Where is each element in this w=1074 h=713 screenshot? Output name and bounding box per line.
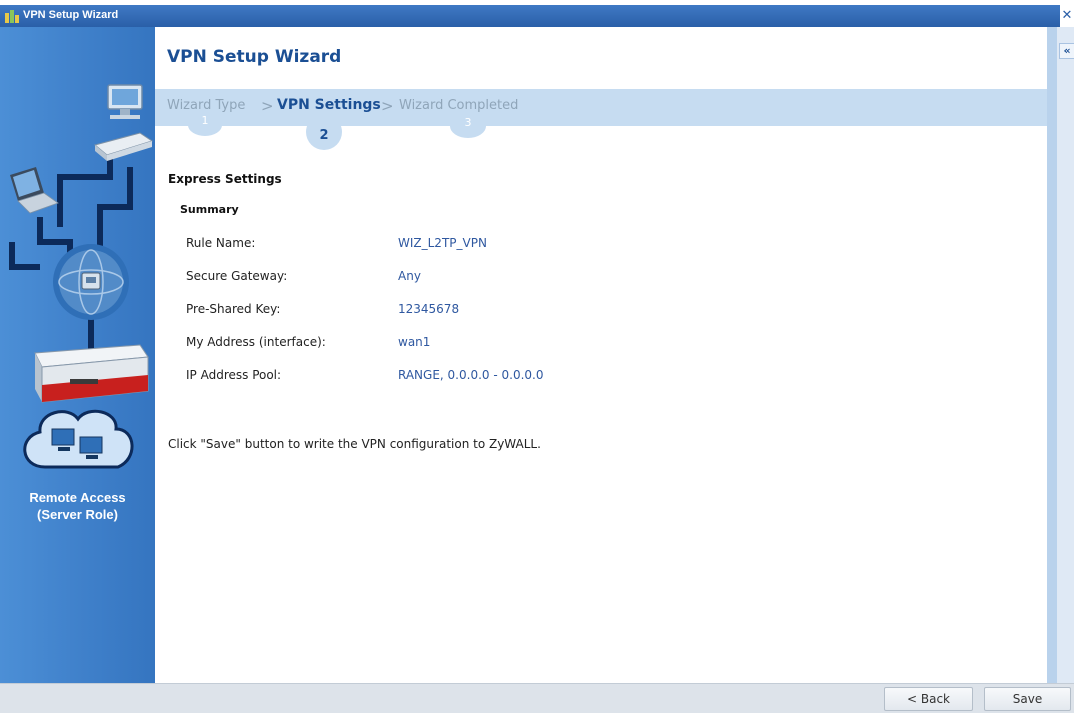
close-icon[interactable]: ✕ <box>1060 5 1074 27</box>
window-title: VPN Setup Wizard <box>23 9 119 21</box>
title-bar: VPN Setup Wizard ✕ <box>0 5 1074 27</box>
step-separator: > <box>381 97 394 115</box>
rule-name-value: WIZ_L2TP_VPN <box>398 236 487 250</box>
role-line-1: Remote Access <box>29 490 126 505</box>
step-wizard-completed: Wizard Completed <box>399 98 519 113</box>
rule-name-label: Rule Name: <box>186 236 256 250</box>
pre-shared-key-label: Pre-Shared Key: <box>186 302 281 316</box>
collapse-icon[interactable]: « <box>1059 43 1074 59</box>
vertical-scrollbar[interactable] <box>1047 27 1057 683</box>
step-number-2: 2 <box>306 114 342 150</box>
right-panel: « <box>1047 27 1074 683</box>
vpn-remote-access-illustration <box>9 84 154 469</box>
step-number-3: 3 <box>450 114 486 138</box>
back-button[interactable]: < Back <box>884 687 973 711</box>
page-title: VPN Setup Wizard <box>167 47 342 67</box>
footer-bar: < Back Save <box>0 683 1074 713</box>
wizard-window: VPN Setup Wizard ✕ Remote Access (Server… <box>0 5 1074 713</box>
wizard-icon <box>4 8 20 24</box>
save-button[interactable]: Save <box>984 687 1071 711</box>
express-settings-title: Express Settings <box>168 172 282 186</box>
role-line-2: (Server Role) <box>37 507 118 522</box>
main-panel: VPN Setup Wizard Wizard Type > VPN Setti… <box>155 27 1047 683</box>
ip-address-pool-value: RANGE, 0.0.0.0 - 0.0.0.0 <box>398 368 544 382</box>
pre-shared-key-value: 12345678 <box>398 302 460 316</box>
step-number-1: 1 <box>188 114 222 136</box>
my-address-value: wan1 <box>398 335 431 349</box>
secure-gateway-label: Secure Gateway: <box>186 269 288 283</box>
my-address-label: My Address (interface): <box>186 335 326 349</box>
role-caption: Remote Access (Server Role) <box>0 489 155 523</box>
sidebar: Remote Access (Server Role) <box>0 27 155 683</box>
summary-title: Summary <box>180 203 239 216</box>
step-vpn-settings: VPN Settings <box>277 97 381 113</box>
ip-address-pool-label: IP Address Pool: <box>186 368 282 382</box>
step-wizard-type: Wizard Type <box>167 98 246 113</box>
wizard-steps-bar: Wizard Type > VPN Settings > Wizard Comp… <box>155 89 1047 126</box>
save-instruction-text: Click "Save" button to write the VPN con… <box>168 437 541 451</box>
step-separator: > <box>261 97 274 115</box>
secure-gateway-value: Any <box>398 269 421 283</box>
